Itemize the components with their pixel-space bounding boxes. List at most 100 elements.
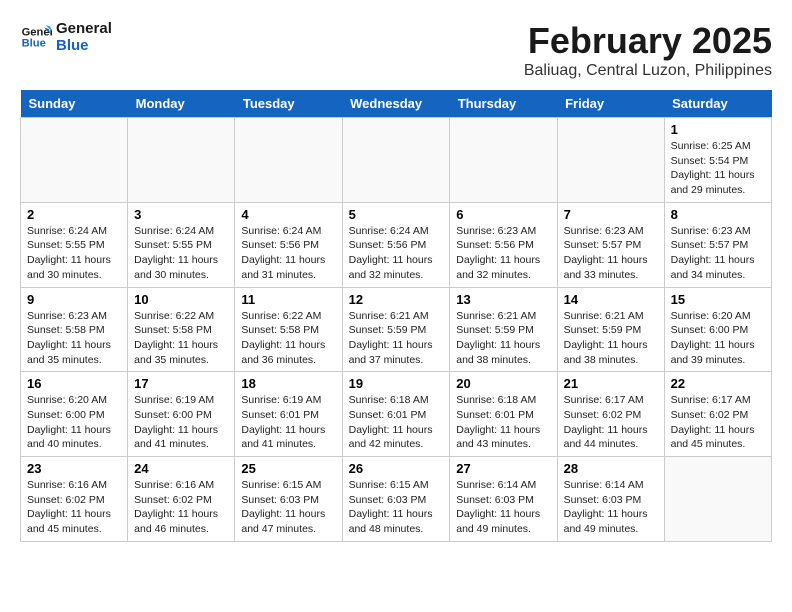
weekday-header: Thursday — [450, 90, 557, 118]
day-number: 7 — [564, 207, 658, 222]
day-info: Sunrise: 6:24 AM Sunset: 5:56 PM Dayligh… — [349, 224, 444, 283]
logo-general: General — [56, 20, 112, 37]
calendar-cell: 12Sunrise: 6:21 AM Sunset: 5:59 PM Dayli… — [342, 287, 450, 372]
calendar-cell: 19 Sunrise: 6:18 AM Sunset: 6:01 PM Dayli… — [342, 372, 450, 457]
calendar-cell: 9 Sunrise: 6:23 AM Sunset: 5:58 PM Daylig… — [21, 287, 128, 372]
day-number: 4 — [241, 207, 335, 222]
calendar-week-row: 9 Sunrise: 6:23 AM Sunset: 5:58 PM Daylig… — [21, 287, 772, 372]
calendar-cell: 7 Sunrise: 6:23 AM Sunset: 5:57 PM Daylig… — [557, 202, 664, 287]
day-number: 21 — [564, 376, 658, 391]
day-number: 24 — [134, 461, 228, 476]
day-info: Sunrise: 6:23 AM Sunset: 5:58 PM Dayligh… — [27, 309, 121, 368]
day-info: Sunrise: 6:24 AM Sunset: 5:56 PM Dayligh… — [241, 224, 335, 283]
calendar-cell — [664, 457, 771, 542]
calendar-cell: 16 Sunrise: 6:20 AM Sunset: 6:00 PM Dayli… — [21, 372, 128, 457]
day-number: 27 — [456, 461, 550, 476]
day-number: 15 — [671, 292, 765, 307]
logo: General Blue General Blue — [20, 20, 112, 54]
calendar-cell: 17 Sunrise: 6:19 AM Sunset: 6:00 PM Dayli… — [128, 372, 235, 457]
calendar-cell: 3 Sunrise: 6:24 AM Sunset: 5:55 PM Daylig… — [128, 202, 235, 287]
calendar-cell — [235, 118, 342, 203]
weekday-header: Saturday — [664, 90, 771, 118]
day-info: Sunrise: 6:24 AM Sunset: 5:55 PM Dayligh… — [134, 224, 228, 283]
weekday-header: Monday — [128, 90, 235, 118]
day-number: 5 — [349, 207, 444, 222]
day-info: Sunrise: 6:22 AM Sunset: 5:58 PM Dayligh… — [241, 309, 335, 368]
calendar-cell — [557, 118, 664, 203]
day-info: Sunrise: 6:23 AM Sunset: 5:57 PM Dayligh… — [671, 224, 765, 283]
day-number: 28 — [564, 461, 658, 476]
logo-blue: Blue — [56, 37, 112, 54]
calendar-cell: 24 Sunrise: 6:16 AM Sunset: 6:02 PM Dayli… — [128, 457, 235, 542]
calendar-cell: 4 Sunrise: 6:24 AM Sunset: 5:56 PM Daylig… — [235, 202, 342, 287]
day-number: 17 — [134, 376, 228, 391]
day-info: Sunrise: 6:19 AM Sunset: 6:00 PM Dayligh… — [134, 393, 228, 452]
calendar-week-row: 2Sunrise: 6:24 AM Sunset: 5:55 PM Daylig… — [21, 202, 772, 287]
day-number: 23 — [27, 461, 121, 476]
day-info: Sunrise: 6:17 AM Sunset: 6:02 PM Dayligh… — [671, 393, 765, 452]
day-info: Sunrise: 6:18 AM Sunset: 6:01 PM Dayligh… — [349, 393, 444, 452]
day-number: 6 — [456, 207, 550, 222]
calendar-cell: 23 Sunrise: 6:16 AM Sunset: 6:02 PM Dayli… — [21, 457, 128, 542]
calendar-cell: 14Sunrise: 6:21 AM Sunset: 5:59 PM Dayli… — [557, 287, 664, 372]
calendar-cell: 25 Sunrise: 6:15 AM Sunset: 6:03 PM Dayli… — [235, 457, 342, 542]
day-number: 11 — [241, 292, 335, 307]
day-info: Sunrise: 6:15 AM Sunset: 6:03 PM Dayligh… — [349, 478, 444, 537]
day-info: Sunrise: 6:23 AM Sunset: 5:57 PM Dayligh… — [564, 224, 658, 283]
calendar-cell: 27Sunrise: 6:14 AM Sunset: 6:03 PM Dayli… — [450, 457, 557, 542]
calendar-cell — [21, 118, 128, 203]
svg-text:General: General — [22, 26, 52, 38]
day-info: Sunrise: 6:17 AM Sunset: 6:02 PM Dayligh… — [564, 393, 658, 452]
calendar-cell: 21 Sunrise: 6:17 AM Sunset: 6:02 PM Dayli… — [557, 372, 664, 457]
day-info: Sunrise: 6:24 AM Sunset: 5:55 PM Dayligh… — [27, 224, 121, 283]
day-number: 9 — [27, 292, 121, 307]
calendar-cell: 5 Sunrise: 6:24 AM Sunset: 5:56 PM Daylig… — [342, 202, 450, 287]
calendar-week-row: 1Sunrise: 6:25 AM Sunset: 5:54 PM Daylig… — [21, 118, 772, 203]
day-number: 18 — [241, 376, 335, 391]
day-info: Sunrise: 6:20 AM Sunset: 6:00 PM Dayligh… — [671, 309, 765, 368]
calendar-cell — [128, 118, 235, 203]
calendar-cell: 1Sunrise: 6:25 AM Sunset: 5:54 PM Daylig… — [664, 118, 771, 203]
calendar-cell — [342, 118, 450, 203]
calendar-cell — [450, 118, 557, 203]
day-info: Sunrise: 6:21 AM Sunset: 5:59 PM Dayligh… — [456, 309, 550, 368]
day-info: Sunrise: 6:16 AM Sunset: 6:02 PM Dayligh… — [27, 478, 121, 537]
day-info: Sunrise: 6:16 AM Sunset: 6:02 PM Dayligh… — [134, 478, 228, 537]
calendar-cell: 10 Sunrise: 6:22 AM Sunset: 5:58 PM Dayli… — [128, 287, 235, 372]
day-number: 10 — [134, 292, 228, 307]
calendar-cell: 11 Sunrise: 6:22 AM Sunset: 5:58 PM Dayli… — [235, 287, 342, 372]
day-info: Sunrise: 6:22 AM Sunset: 5:58 PM Dayligh… — [134, 309, 228, 368]
location-title: Baliuag, Central Luzon, Philippines — [524, 62, 772, 80]
calendar-cell: 15 Sunrise: 6:20 AM Sunset: 6:00 PM Dayli… — [664, 287, 771, 372]
day-info: Sunrise: 6:20 AM Sunset: 6:00 PM Dayligh… — [27, 393, 121, 452]
svg-text:Blue: Blue — [22, 38, 46, 50]
month-title: February 2025 — [524, 20, 772, 62]
day-info: Sunrise: 6:18 AM Sunset: 6:01 PM Dayligh… — [456, 393, 550, 452]
day-info: Sunrise: 6:19 AM Sunset: 6:01 PM Dayligh… — [241, 393, 335, 452]
day-number: 22 — [671, 376, 765, 391]
day-number: 16 — [27, 376, 121, 391]
day-info: Sunrise: 6:14 AM Sunset: 6:03 PM Dayligh… — [564, 478, 658, 537]
day-info: Sunrise: 6:15 AM Sunset: 6:03 PM Dayligh… — [241, 478, 335, 537]
day-number: 25 — [241, 461, 335, 476]
calendar-table: SundayMondayTuesdayWednesdayThursdayFrid… — [20, 90, 772, 542]
calendar-cell: 26Sunrise: 6:15 AM Sunset: 6:03 PM Dayli… — [342, 457, 450, 542]
calendar-cell: 2Sunrise: 6:24 AM Sunset: 5:55 PM Daylig… — [21, 202, 128, 287]
weekday-header: Sunday — [21, 90, 128, 118]
logo-icon: General Blue — [20, 21, 52, 53]
day-number: 1 — [671, 122, 765, 137]
calendar-week-row: 16 Sunrise: 6:20 AM Sunset: 6:00 PM Dayli… — [21, 372, 772, 457]
weekday-header: Tuesday — [235, 90, 342, 118]
day-number: 3 — [134, 207, 228, 222]
day-info: Sunrise: 6:21 AM Sunset: 5:59 PM Dayligh… — [564, 309, 658, 368]
page-header: General Blue General Blue February 2025 … — [20, 20, 772, 80]
weekday-header: Wednesday — [342, 90, 450, 118]
calendar-cell: 8Sunrise: 6:23 AM Sunset: 5:57 PM Daylig… — [664, 202, 771, 287]
day-number: 19 — [349, 376, 444, 391]
calendar-cell: 6Sunrise: 6:23 AM Sunset: 5:56 PM Daylig… — [450, 202, 557, 287]
weekday-header: Friday — [557, 90, 664, 118]
day-number: 13 — [456, 292, 550, 307]
day-number: 20 — [456, 376, 550, 391]
calendar-week-row: 23 Sunrise: 6:16 AM Sunset: 6:02 PM Dayli… — [21, 457, 772, 542]
calendar-cell: 20 Sunrise: 6:18 AM Sunset: 6:01 PM Dayli… — [450, 372, 557, 457]
